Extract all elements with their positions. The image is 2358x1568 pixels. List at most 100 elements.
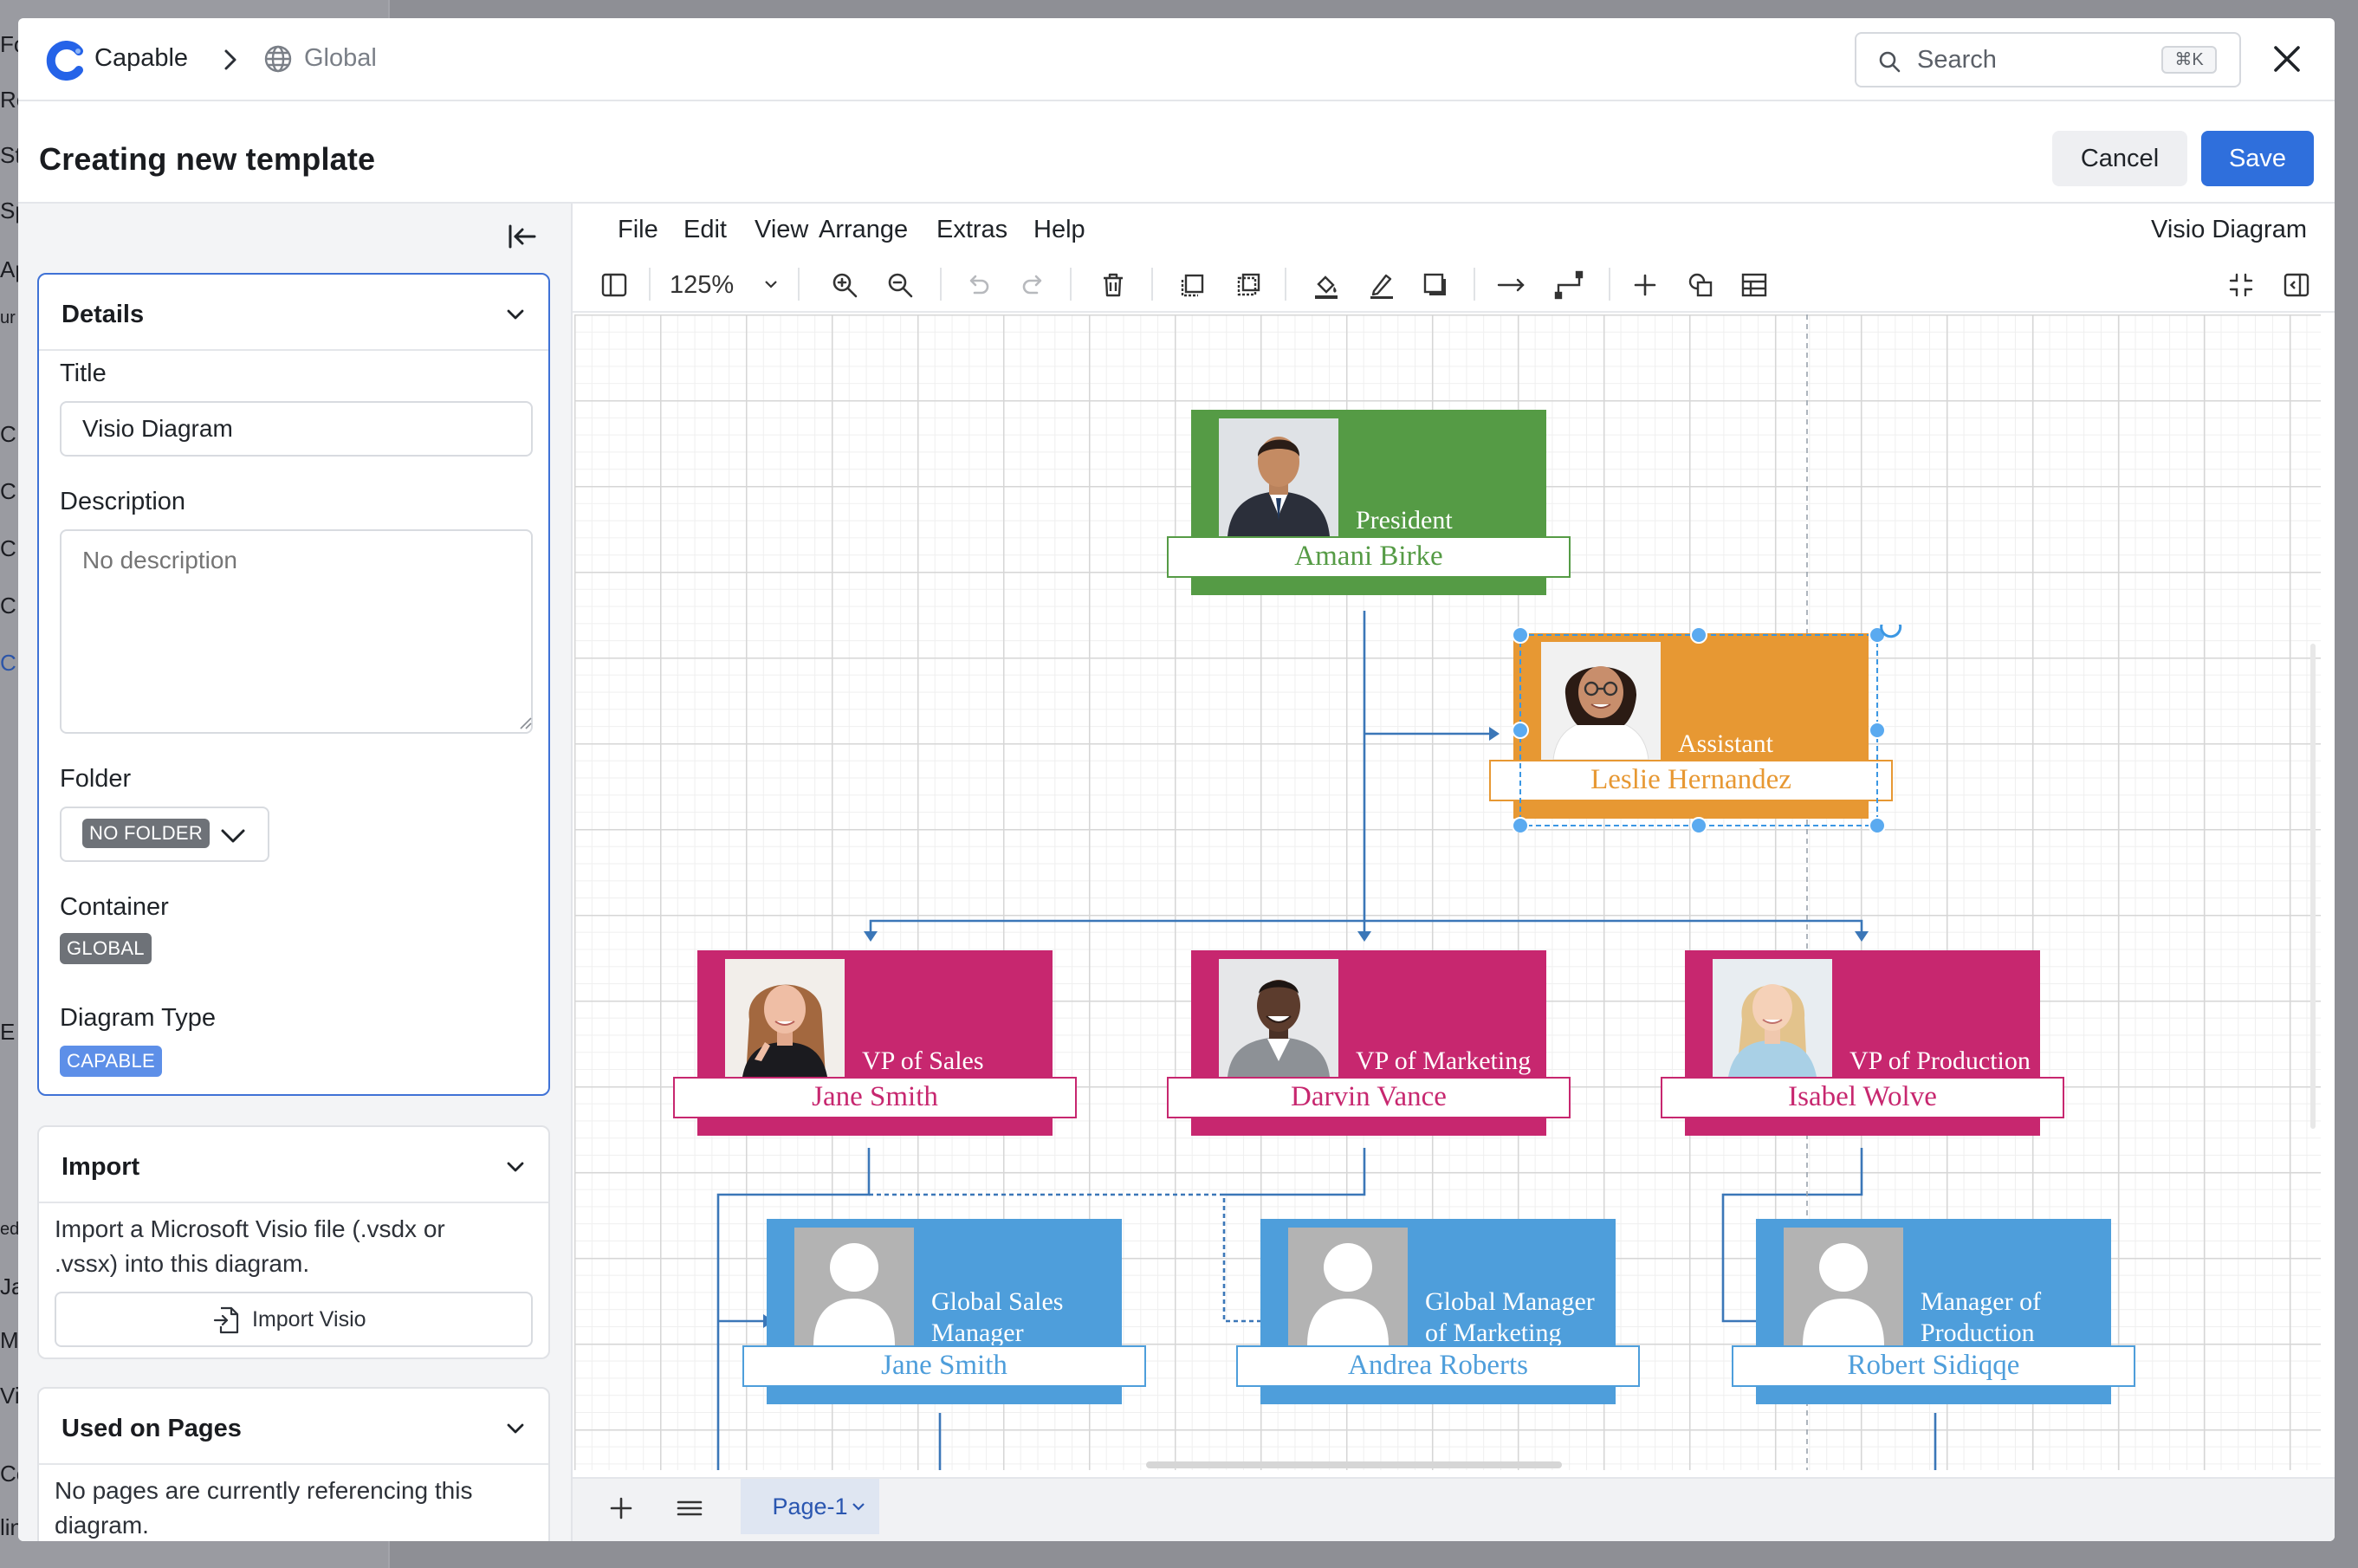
container-label: Container: [60, 893, 169, 921]
line-color-icon[interactable]: [1364, 268, 1399, 302]
title-field[interactable]: [60, 401, 533, 457]
save-button[interactable]: Save: [2201, 131, 2314, 186]
connection-arrow-icon[interactable]: [1494, 268, 1529, 302]
org-node-global-sales-manager[interactable]: Global Sales Manager Jane Smith: [742, 1219, 1146, 1404]
sidebar: Details Title Description Folder NO FOLD…: [18, 204, 573, 1541]
folder-select[interactable]: NO FOLDER: [60, 807, 269, 862]
add-page-icon[interactable]: [607, 1494, 635, 1522]
outline-panel-icon[interactable]: [2279, 268, 2314, 302]
person-placeholder-icon: [1784, 1228, 1903, 1345]
search-input[interactable]: [1917, 41, 2142, 79]
chevron-down-icon[interactable]: [850, 1498, 867, 1515]
org-node-vp-sales[interactable]: VP of Sales Jane Smith: [673, 950, 1077, 1136]
toolbar-separator: [1474, 268, 1475, 301]
menu-edit[interactable]: Edit: [683, 216, 727, 244]
brand-name[interactable]: Capable: [94, 44, 188, 73]
waypoints-icon[interactable]: [1551, 268, 1586, 302]
breadcrumb-global[interactable]: Global: [304, 44, 377, 73]
chevron-down-icon[interactable]: [502, 1153, 529, 1181]
node-name: Andrea Roberts: [1236, 1345, 1640, 1387]
details-card-header[interactable]: Details: [39, 275, 548, 351]
fill-color-icon[interactable]: [1309, 268, 1344, 302]
person-placeholder-icon: [794, 1228, 914, 1345]
node-role: VP of Sales: [862, 1046, 984, 1075]
resize-handle-icon[interactable]: [517, 715, 533, 730]
woman-blonde-photo: [1713, 959, 1832, 1077]
diagram-canvas[interactable]: President Amani Birke Assistant Leslie H…: [574, 314, 2321, 1470]
undo-icon[interactable]: [961, 268, 995, 302]
chevron-right-icon: [216, 46, 243, 74]
menu-file[interactable]: File: [618, 216, 658, 244]
import-card-header[interactable]: Import: [39, 1127, 548, 1203]
bg-text: E: [0, 1019, 16, 1045]
search-box[interactable]: ⌘K: [1855, 32, 2241, 87]
capable-logo-icon[interactable]: [46, 41, 86, 81]
details-heading: Details: [62, 301, 145, 328]
used-on-pages-header[interactable]: Used on Pages: [39, 1389, 548, 1465]
folder-label: Folder: [60, 765, 132, 793]
org-node-manager-production[interactable]: Manager of Production Robert Sidiqqe: [1732, 1219, 2135, 1404]
zoom-out-icon[interactable]: [883, 268, 917, 302]
node-role: Manager of Production: [1921, 1286, 2041, 1349]
import-visio-button[interactable]: Import Visio: [55, 1292, 533, 1347]
cancel-button[interactable]: Cancel: [2052, 131, 2187, 186]
collapse-sidebar-icon[interactable]: [503, 217, 541, 256]
details-card: Details Title Description Folder NO FOLD…: [37, 273, 550, 1096]
globe-icon: [262, 43, 294, 75]
fullscreen-exit-icon[interactable]: [2224, 268, 2258, 302]
node-role: Global Sales Manager: [931, 1286, 1063, 1349]
shapes-icon[interactable]: [1683, 268, 1718, 302]
to-back-icon[interactable]: [1231, 268, 1266, 302]
page-tab[interactable]: Page-1: [741, 1479, 879, 1534]
org-node-global-manager-marketing[interactable]: Global Manager of Marketing Andrea Robert…: [1236, 1219, 1640, 1404]
close-icon[interactable]: [2265, 37, 2309, 81]
folder-tag: NO FOLDER: [82, 819, 211, 848]
person-placeholder-icon: [1288, 1228, 1408, 1345]
import-visio-label: Import Visio: [252, 1307, 366, 1332]
zoom-level[interactable]: 125%: [670, 271, 734, 300]
import-description: Import a Microsoft Visio file (.vsdx or …: [55, 1215, 445, 1277]
role-line: Manager: [931, 1319, 1024, 1347]
menu-help[interactable]: Help: [1033, 216, 1085, 244]
pages-menu-icon[interactable]: [675, 1494, 704, 1522]
role-line: Manager of: [1921, 1287, 2042, 1316]
import-card: Import Import a Microsoft Visio file (.v…: [37, 1125, 550, 1359]
used-on-pages-heading: Used on Pages: [62, 1415, 242, 1442]
bg-text: C: [0, 478, 16, 504]
editor-toolbar: 125%: [573, 256, 2335, 313]
delete-icon[interactable]: [1096, 268, 1130, 302]
used-on-pages-text: No pages are currently referencing this …: [55, 1477, 473, 1539]
node-name: Isabel Wolve: [1661, 1077, 2064, 1118]
redo-icon[interactable]: [1016, 268, 1051, 302]
diagram-type-label: Diagram Type: [60, 1004, 216, 1032]
node-name: Robert Sidiqqe: [1732, 1345, 2135, 1387]
node-role: President: [1356, 506, 1453, 535]
description-field[interactable]: [60, 529, 533, 734]
chevron-down-icon[interactable]: [502, 301, 529, 328]
node-role: Global Manager of Marketing: [1425, 1286, 1595, 1349]
zoom-in-icon[interactable]: [827, 268, 862, 302]
format-panel-icon[interactable]: [597, 268, 632, 302]
menu-extras[interactable]: Extras: [936, 216, 1007, 244]
chevron-down-icon: [217, 820, 249, 852]
insert-plus-icon[interactable]: [1628, 268, 1662, 302]
shadow-icon[interactable]: [1418, 268, 1453, 302]
table-icon[interactable]: [1737, 268, 1772, 302]
to-front-icon[interactable]: [1176, 268, 1210, 302]
selection-box[interactable]: [1508, 625, 1907, 833]
org-node-president[interactable]: President Amani Birke: [1167, 410, 1571, 595]
page-tab-label: Page-1: [772, 1493, 848, 1519]
chevron-down-icon[interactable]: [502, 1415, 529, 1442]
org-node-vp-marketing[interactable]: VP of Marketing Darvin Vance: [1167, 950, 1571, 1136]
editor-menubar: File Edit View Arrange Extras Help Visio…: [573, 204, 2335, 256]
node-role: VP of Production: [1849, 1046, 2031, 1075]
vertical-scrollbar[interactable]: [2310, 644, 2316, 1129]
diagram-type-tag: CAPABLE: [60, 1046, 162, 1077]
chevron-down-icon[interactable]: [761, 275, 781, 294]
role-line: of Marketing: [1425, 1319, 1562, 1347]
org-node-vp-production[interactable]: VP of Production Isabel Wolve: [1661, 950, 2064, 1136]
horizontal-scrollbar[interactable]: [1146, 1461, 1562, 1468]
man-suit-photo: [1219, 418, 1338, 536]
menu-view[interactable]: View: [755, 216, 808, 244]
menu-arrange[interactable]: Arrange: [819, 216, 908, 244]
